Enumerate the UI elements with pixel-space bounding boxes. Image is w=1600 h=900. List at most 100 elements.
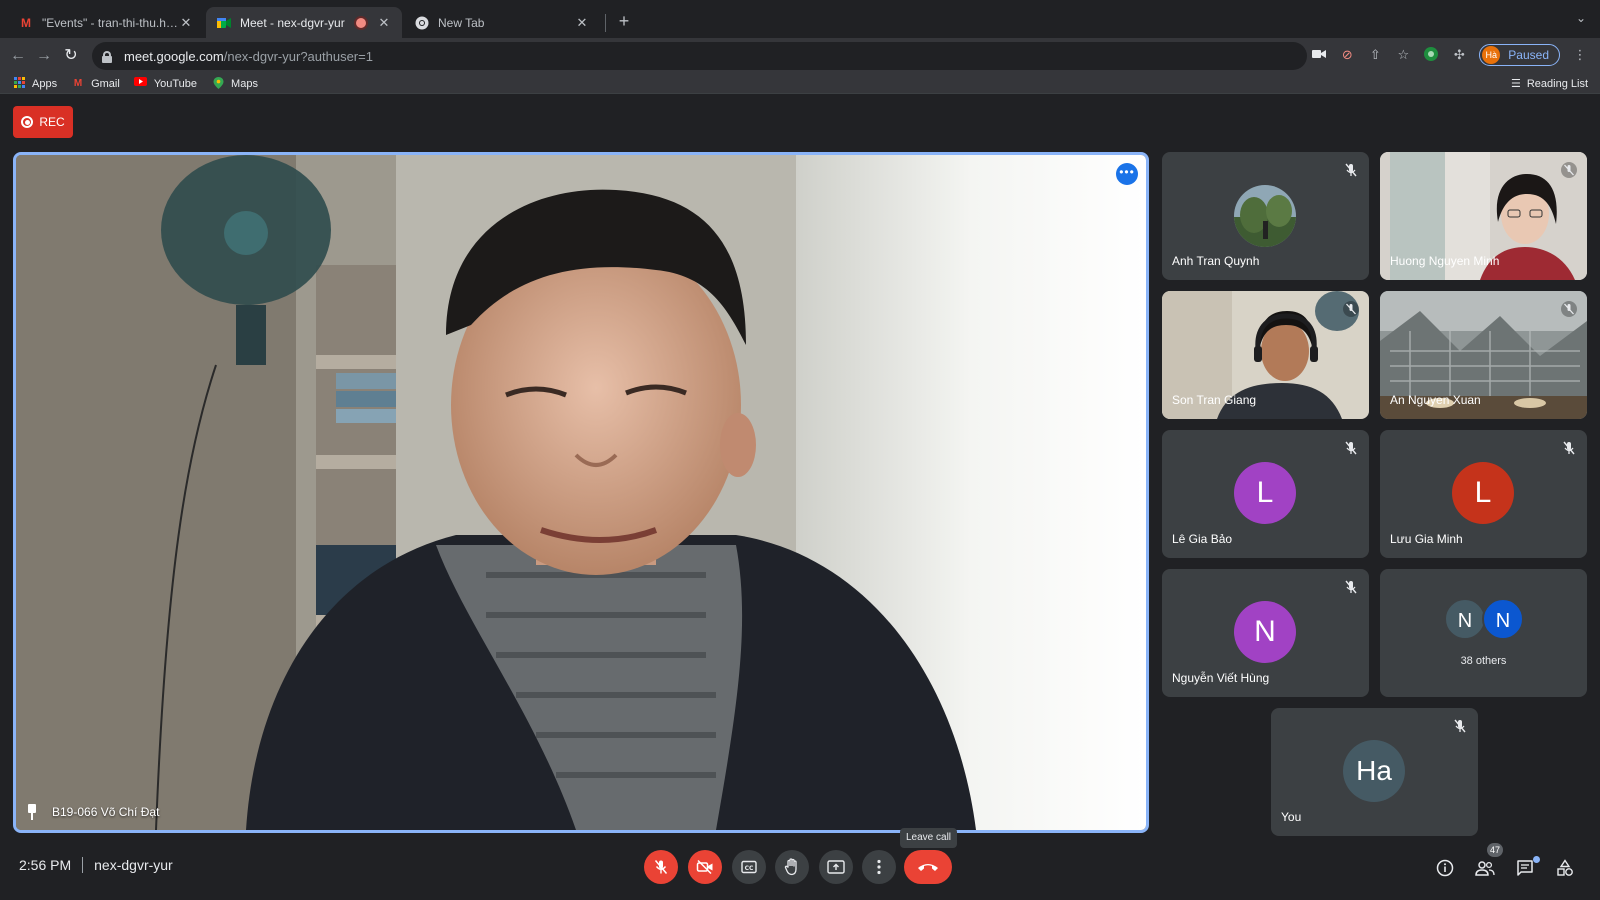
close-tab-icon[interactable]: ✕	[376, 15, 392, 31]
participant-tile-huong-nguyen-minh[interactable]: Huong Nguyen Minh	[1380, 152, 1587, 280]
participant-tile-an-nguyen-xuan[interactable]: An Nguyen Xuan	[1380, 291, 1587, 419]
participant-tile-son-tran-giang[interactable]: Son Tran Giang	[1162, 291, 1369, 419]
present-screen-button[interactable]	[819, 850, 853, 884]
record-icon	[21, 116, 34, 128]
recording-indicator-icon	[356, 17, 366, 28]
participant-name: Anh Tran Quynh	[1172, 254, 1260, 268]
share-icon[interactable]: ⇧	[1367, 47, 1383, 63]
camera-off-icon	[696, 859, 713, 875]
tab-events[interactable]: M "Events" - tran-thi-thu.ha@ust ✕	[8, 7, 204, 38]
divider	[82, 857, 84, 873]
svg-text:CC: CC	[745, 865, 754, 872]
raise-hand-button[interactable]	[775, 850, 809, 884]
people-button[interactable]	[1474, 857, 1496, 879]
participant-tile-anh-tran-quynh[interactable]: Anh Tran Quynh	[1162, 152, 1369, 280]
tab-search-icon[interactable]: ⌄	[1576, 11, 1586, 25]
participant-tile-le-gia-bao[interactable]: L Lê Gia Bảo	[1162, 430, 1369, 558]
mic-off-icon	[1454, 719, 1466, 733]
mic-off-icon	[1561, 162, 1577, 178]
recording-badge[interactable]: REC	[13, 106, 73, 138]
unread-indicator	[1533, 856, 1540, 863]
participant-name: An Nguyen Xuan	[1390, 393, 1481, 407]
apps-grid-icon	[12, 76, 26, 91]
chat-icon	[1517, 860, 1533, 876]
bookmark-label: Apps	[32, 77, 58, 90]
browser-menu-icon[interactable]: ⋮	[1572, 47, 1588, 63]
gmail-icon: M	[21, 15, 31, 30]
url-path: /nex-dgvr-yur?authuser=1	[223, 48, 373, 64]
participant-tile-nguyen-viet-hung[interactable]: N Nguyễn Viết Hùng	[1162, 569, 1369, 697]
bookmark-youtube[interactable]: YouTube	[134, 76, 197, 91]
tile-options-button[interactable]: •••	[1116, 163, 1138, 185]
extensions-puzzle-icon[interactable]: ✣	[1451, 47, 1467, 63]
mic-off-icon	[654, 860, 668, 874]
participant-tile-luu-gia-minh[interactable]: L Lưu Gia Minh	[1380, 430, 1587, 558]
self-name: You	[1281, 810, 1302, 824]
reload-button[interactable]: ↻	[60, 45, 82, 67]
meeting-details-button[interactable]	[1434, 857, 1456, 879]
people-count-badge: 47	[1487, 843, 1504, 857]
participant-name: Huong Nguyen Minh	[1390, 254, 1500, 268]
new-tab-button[interactable]: +	[613, 10, 635, 32]
participant-name: Son Tran Giang	[1172, 393, 1257, 407]
bookmark-label: Maps	[231, 77, 258, 90]
microphone-toggle-button[interactable]	[644, 850, 678, 884]
bookmark-apps[interactable]: Apps	[12, 76, 58, 91]
main-speaker-tile[interactable]: ••• B19-066 Võ Chí Đạt	[13, 152, 1149, 833]
leave-call-button[interactable]	[904, 850, 952, 884]
activities-button[interactable]	[1554, 857, 1576, 879]
tab-title: Meet - nex-dgvr-yur	[240, 15, 345, 30]
hang-up-icon	[918, 864, 938, 871]
participant-avatar: N	[1234, 601, 1296, 663]
reading-list-label: Reading List	[1526, 77, 1588, 90]
others-tile[interactable]: N N 38 others	[1380, 569, 1587, 697]
lock-icon	[102, 50, 112, 63]
profile-button[interactable]: Hà Paused	[1479, 44, 1560, 66]
profile-avatar: Hà	[1482, 46, 1501, 64]
location-blocked-icon[interactable]: ⊘	[1339, 47, 1355, 63]
close-tab-icon[interactable]: ✕	[178, 15, 194, 31]
extension-phone-icon[interactable]	[1423, 47, 1439, 63]
camera-in-use-icon[interactable]	[1311, 47, 1327, 63]
mic-off-icon	[1345, 163, 1357, 177]
bookmark-maps[interactable]: Maps	[211, 76, 258, 91]
close-tab-icon[interactable]: ✕	[574, 15, 590, 31]
tab-separator	[605, 14, 606, 32]
participant-avatar: L	[1452, 462, 1514, 524]
tab-new-tab[interactable]: New Tab ✕	[404, 7, 600, 38]
main-speaker-video	[16, 155, 1146, 830]
youtube-icon	[134, 76, 148, 91]
bookmark-label: Gmail	[91, 77, 120, 90]
participant-name: Lưu Gia Minh	[1390, 532, 1463, 546]
mic-off-icon	[1343, 301, 1359, 317]
participant-name: Nguyễn Viết Hùng	[1172, 671, 1270, 685]
activities-shapes-icon	[1557, 859, 1573, 876]
chrome-icon	[414, 15, 430, 31]
people-icon	[1475, 861, 1495, 876]
back-button[interactable]: ←	[7, 45, 29, 67]
forward-button[interactable]: →	[33, 45, 55, 67]
tab-strip: M "Events" - tran-thi-thu.ha@ust ✕ Meet …	[0, 0, 1600, 38]
mic-off-icon	[1345, 441, 1357, 455]
self-avatar: Ha	[1343, 740, 1405, 802]
bookmark-gmail[interactable]: M Gmail	[71, 77, 120, 91]
captions-button[interactable]: CC	[732, 850, 766, 884]
reading-list-icon: ☰	[1510, 78, 1521, 90]
bookmarks-bar: Apps M Gmail YouTube Maps ☰ Reading List	[0, 74, 1600, 94]
reading-list-button[interactable]: ☰ Reading List	[1510, 77, 1588, 91]
mic-off-icon	[1345, 580, 1357, 594]
self-tile[interactable]: Ha You	[1271, 708, 1478, 836]
bookmark-star-icon[interactable]: ☆	[1395, 47, 1411, 63]
tab-meet[interactable]: Meet - nex-dgvr-yur ✕	[206, 7, 402, 38]
more-options-button[interactable]	[862, 850, 896, 884]
pin-icon[interactable]	[26, 804, 38, 820]
mic-off-icon	[1563, 441, 1575, 455]
current-time: 2:56 PM	[19, 857, 72, 873]
tab-title: "Events" - tran-thi-thu.ha@ust	[42, 15, 178, 30]
meet-icon	[216, 15, 232, 31]
main-speaker-name: B19-066 Võ Chí Đạt	[52, 805, 160, 819]
camera-toggle-button[interactable]	[688, 850, 722, 884]
tab-title: New Tab	[438, 15, 485, 30]
others-avatar: N	[1482, 598, 1524, 640]
address-bar[interactable]: meet.google.com /nex-dgvr-yur?authuser=1	[92, 42, 1307, 70]
